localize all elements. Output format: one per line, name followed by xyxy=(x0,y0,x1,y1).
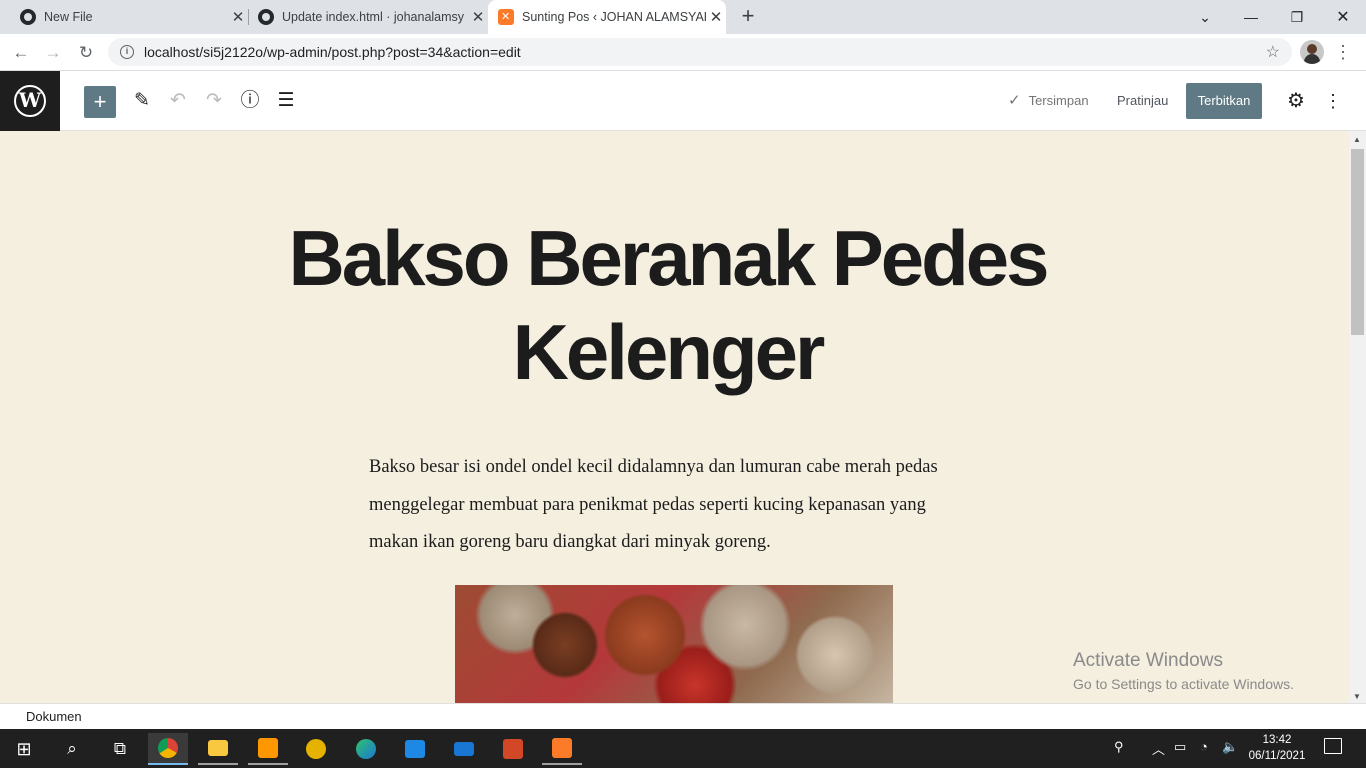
close-icon[interactable]: ✕ xyxy=(228,8,248,26)
mail-icon[interactable] xyxy=(444,733,484,765)
sublime-text-icon[interactable] xyxy=(248,733,288,765)
details-info-icon[interactable]: ⓘ xyxy=(235,86,265,116)
bookmark-star-icon[interactable]: ☆ xyxy=(1266,42,1280,62)
close-window-button[interactable]: ✕ xyxy=(1320,0,1366,34)
publish-button[interactable]: Terbitkan xyxy=(1186,83,1262,119)
volume-icon[interactable]: 🔈 xyxy=(1222,739,1238,755)
undo-icon[interactable]: ↶ xyxy=(163,86,193,116)
edge-icon[interactable] xyxy=(346,733,386,765)
search-icon[interactable]: ⌕ xyxy=(52,733,92,765)
redo-icon[interactable]: ↷ xyxy=(199,86,229,116)
image-block[interactable] xyxy=(455,585,893,703)
tab-title: New File xyxy=(44,10,93,24)
file-explorer-icon[interactable] xyxy=(198,733,238,765)
editor-footer: Dokumen xyxy=(0,703,1366,729)
saved-status: ✓ Tersimpan xyxy=(1008,91,1089,109)
app-icon[interactable] xyxy=(296,733,336,765)
close-icon[interactable]: ✕ xyxy=(468,8,488,26)
browser-tab-strip: New File ✕ Update index.html · johanalam… xyxy=(0,0,1366,34)
wifi-icon[interactable]: ◔ xyxy=(1200,739,1208,754)
reload-icon[interactable]: ↻ xyxy=(73,40,99,66)
windows-start-icon[interactable]: ⊞ xyxy=(4,733,44,765)
back-icon[interactable]: ← xyxy=(8,40,34,66)
scroll-up-icon[interactable]: ▲ xyxy=(1353,135,1361,144)
windows-taskbar: ⊞ ⌕ ⧉ ⚲ ︿ ▭ ◔ 🔈 13:42 06/11/2021 xyxy=(0,729,1366,768)
minimize-button[interactable]: — xyxy=(1228,0,1274,34)
scroll-down-icon[interactable]: ▼ xyxy=(1353,692,1361,701)
store-icon[interactable] xyxy=(395,733,435,765)
browser-menu-icon[interactable]: ⋮ xyxy=(1334,42,1352,62)
tab-search-icon[interactable]: ⌄ xyxy=(1182,0,1228,34)
tab-new-file[interactable]: New File ✕ xyxy=(12,0,248,34)
xampp-icon[interactable] xyxy=(542,733,582,765)
forward-icon[interactable]: → xyxy=(40,40,66,66)
activate-windows-watermark: Activate Windows Go to Settings to activ… xyxy=(1073,650,1294,692)
editor-canvas: Bakso Beranak Pedes Kelenger Bakso besar… xyxy=(0,131,1349,703)
tab-divider xyxy=(248,9,249,25)
preview-button[interactable]: Pratinjau xyxy=(1117,93,1168,108)
scrollbar-thumb[interactable] xyxy=(1351,149,1364,335)
xampp-icon xyxy=(498,9,514,25)
new-tab-button[interactable]: + xyxy=(736,4,760,28)
paragraph-block[interactable]: Bakso besar isi ondel ondel kecil didala… xyxy=(369,449,949,562)
profile-avatar[interactable] xyxy=(1300,40,1324,64)
people-icon[interactable]: ⚲ xyxy=(1114,739,1124,755)
notification-icon[interactable] xyxy=(1324,738,1342,754)
tab-update-index[interactable]: Update index.html · johanalamsy ✕ xyxy=(250,0,488,34)
settings-gear-icon[interactable]: ⚙ xyxy=(1284,86,1308,116)
system-clock[interactable]: 13:42 06/11/2021 xyxy=(1246,732,1308,764)
close-icon[interactable]: ✕ xyxy=(706,8,726,26)
edit-pencil-icon[interactable]: ✎ xyxy=(127,86,157,116)
scrollbar[interactable]: ▲ ▼ xyxy=(1349,131,1366,703)
battery-icon[interactable]: ▭ xyxy=(1174,739,1186,755)
tab-title: Sunting Pos ‹ JOHAN ALAMSYAH xyxy=(522,10,706,24)
github-icon xyxy=(20,9,36,25)
powerpoint-icon[interactable] xyxy=(493,733,533,765)
watermark-line2: Go to Settings to activate Windows. xyxy=(1073,676,1294,692)
wordpress-logo-icon[interactable]: W xyxy=(0,71,60,131)
more-options-icon[interactable]: ⋮ xyxy=(1324,86,1342,116)
breadcrumb[interactable]: Dokumen xyxy=(26,709,82,724)
browser-toolbar: ← → ↻ i localhost/si5j2122o/wp-admin/pos… xyxy=(0,34,1366,71)
github-icon xyxy=(258,9,274,25)
address-bar[interactable]: i localhost/si5j2122o/wp-admin/post.php?… xyxy=(108,38,1292,66)
checkmark-icon: ✓ xyxy=(1008,92,1021,109)
post-title[interactable]: Bakso Beranak Pedes Kelenger xyxy=(150,211,1185,399)
saved-label: Tersimpan xyxy=(1028,92,1089,108)
site-info-icon[interactable]: i xyxy=(120,45,134,59)
clock-time: 13:42 xyxy=(1262,734,1292,746)
tab-sunting-pos[interactable]: Sunting Pos ‹ JOHAN ALAMSYAH ✕ xyxy=(488,0,726,34)
clock-date: 06/11/2021 xyxy=(1248,750,1306,762)
editor-header: W + ✎ ↶ ↷ ⓘ ☰ ✓ Tersimpan Pratinjau Terb… xyxy=(0,71,1366,131)
add-block-button[interactable]: + xyxy=(84,86,116,118)
chrome-icon[interactable] xyxy=(148,733,188,765)
task-view-icon[interactable]: ⧉ xyxy=(100,733,140,765)
watermark-line1: Activate Windows xyxy=(1073,650,1223,671)
chevron-up-icon[interactable]: ︿ xyxy=(1152,739,1165,758)
url-text[interactable]: localhost/si5j2122o/wp-admin/post.php?po… xyxy=(144,44,521,60)
restore-button[interactable]: ❐ xyxy=(1274,0,1320,34)
list-view-icon[interactable]: ☰ xyxy=(271,86,301,116)
tab-title: Update index.html · johanalamsy xyxy=(282,10,465,24)
